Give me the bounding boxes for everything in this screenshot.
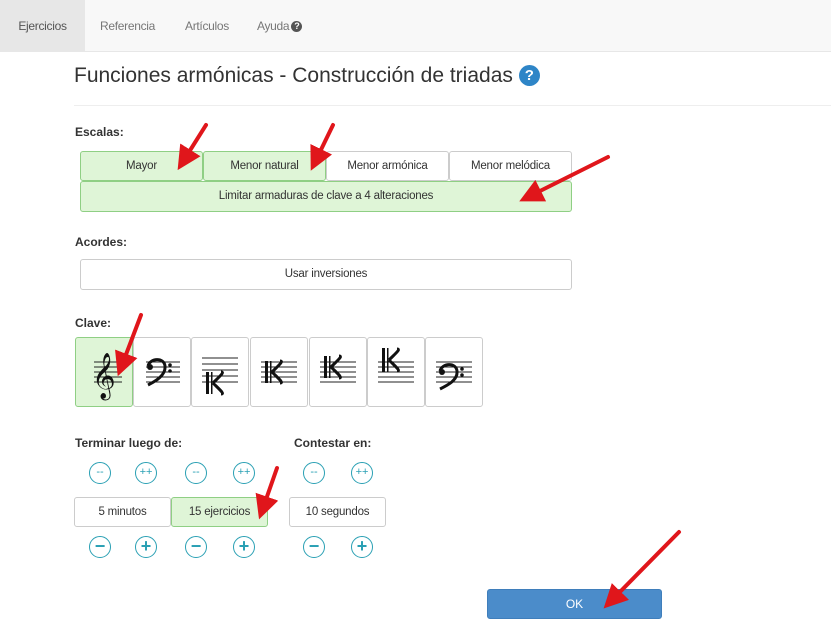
divider	[74, 105, 831, 106]
tab-ayuda[interactable]: Ayuda?	[257, 0, 303, 52]
c-clef-low-icon	[202, 357, 238, 396]
minutes-big-increase-button[interactable]: ++	[135, 462, 157, 484]
exercises-big-increase-button[interactable]: ++	[233, 462, 255, 484]
help-icon[interactable]: ?	[518, 65, 540, 86]
exercises-increase-button[interactable]: +	[233, 536, 255, 558]
seconds-button[interactable]: 10 segundos	[289, 497, 386, 527]
seconds-big-decrease-button[interactable]: --	[303, 462, 325, 484]
answer-label: Contestar en:	[294, 436, 372, 450]
clef-alto-button[interactable]	[250, 337, 308, 407]
top-nav: Ejercicios Referencia Artículos Ayuda?	[0, 0, 831, 52]
bass-clef-icon	[146, 358, 180, 387]
minutes-big-decrease-button[interactable]: --	[89, 462, 111, 484]
page-title-text: Funciones armónicas - Construcción de tr…	[74, 64, 513, 87]
chords-label: Acordes:	[75, 235, 128, 249]
question-circle-icon: ?	[291, 21, 303, 33]
finish-label: Terminar luego de:	[75, 436, 183, 450]
use-inversions-button[interactable]: Usar inversiones	[80, 259, 572, 290]
tab-ayuda-label: Ayuda	[257, 19, 290, 33]
minutes-increase-button[interactable]: +	[135, 536, 157, 558]
scale-menor-armonica-button[interactable]: Menor armónica	[326, 151, 449, 181]
c-clef-high-icon	[378, 347, 414, 383]
exercises-big-decrease-button[interactable]: --	[185, 462, 207, 484]
tenor-clef-icon	[320, 354, 356, 383]
ok-button[interactable]: OK	[487, 589, 662, 619]
clef-label: Clave:	[75, 316, 112, 330]
minutes-decrease-button[interactable]: −	[89, 536, 111, 558]
scale-mayor-button[interactable]: Mayor	[80, 151, 203, 181]
svg-text:𝄞: 𝄞	[92, 353, 116, 401]
tab-referencia[interactable]: Referencia	[100, 0, 155, 52]
seconds-big-increase-button[interactable]: ++	[351, 462, 373, 484]
seconds-decrease-button[interactable]: −	[303, 536, 325, 558]
treble-clef-icon: 𝄞	[92, 353, 122, 401]
scales-label: Escalas:	[75, 125, 124, 139]
exercises-button[interactable]: 15 ejercicios	[171, 497, 268, 527]
minutes-button[interactable]: 5 minutos	[74, 497, 171, 527]
scale-menor-melodica-button[interactable]: Menor melódica	[449, 151, 572, 181]
clef-tenor-button[interactable]	[309, 337, 367, 407]
clef-treble-button[interactable]: 𝄞	[75, 337, 133, 407]
clef-c-low-button[interactable]	[191, 337, 249, 407]
clef-c-high-button[interactable]	[367, 337, 425, 407]
limit-key-signatures-button[interactable]: Limitar armaduras de clave a 4 alteracio…	[80, 181, 572, 212]
scale-menor-natural-button[interactable]: Menor natural	[203, 151, 326, 181]
alto-clef-icon	[261, 359, 297, 385]
clef-baritone-f-button[interactable]	[425, 337, 483, 407]
page-title: Funciones armónicas - Construcción de tr…	[74, 64, 540, 88]
seconds-increase-button[interactable]: +	[351, 536, 373, 558]
tab-ejercicios[interactable]: Ejercicios	[0, 0, 85, 52]
tab-articulos[interactable]: Artículos	[185, 0, 229, 52]
exercises-decrease-button[interactable]: −	[185, 536, 207, 558]
clef-bass-button[interactable]	[133, 337, 191, 407]
baritone-f-clef-icon	[436, 361, 472, 391]
annotation-arrows	[115, 123, 681, 609]
